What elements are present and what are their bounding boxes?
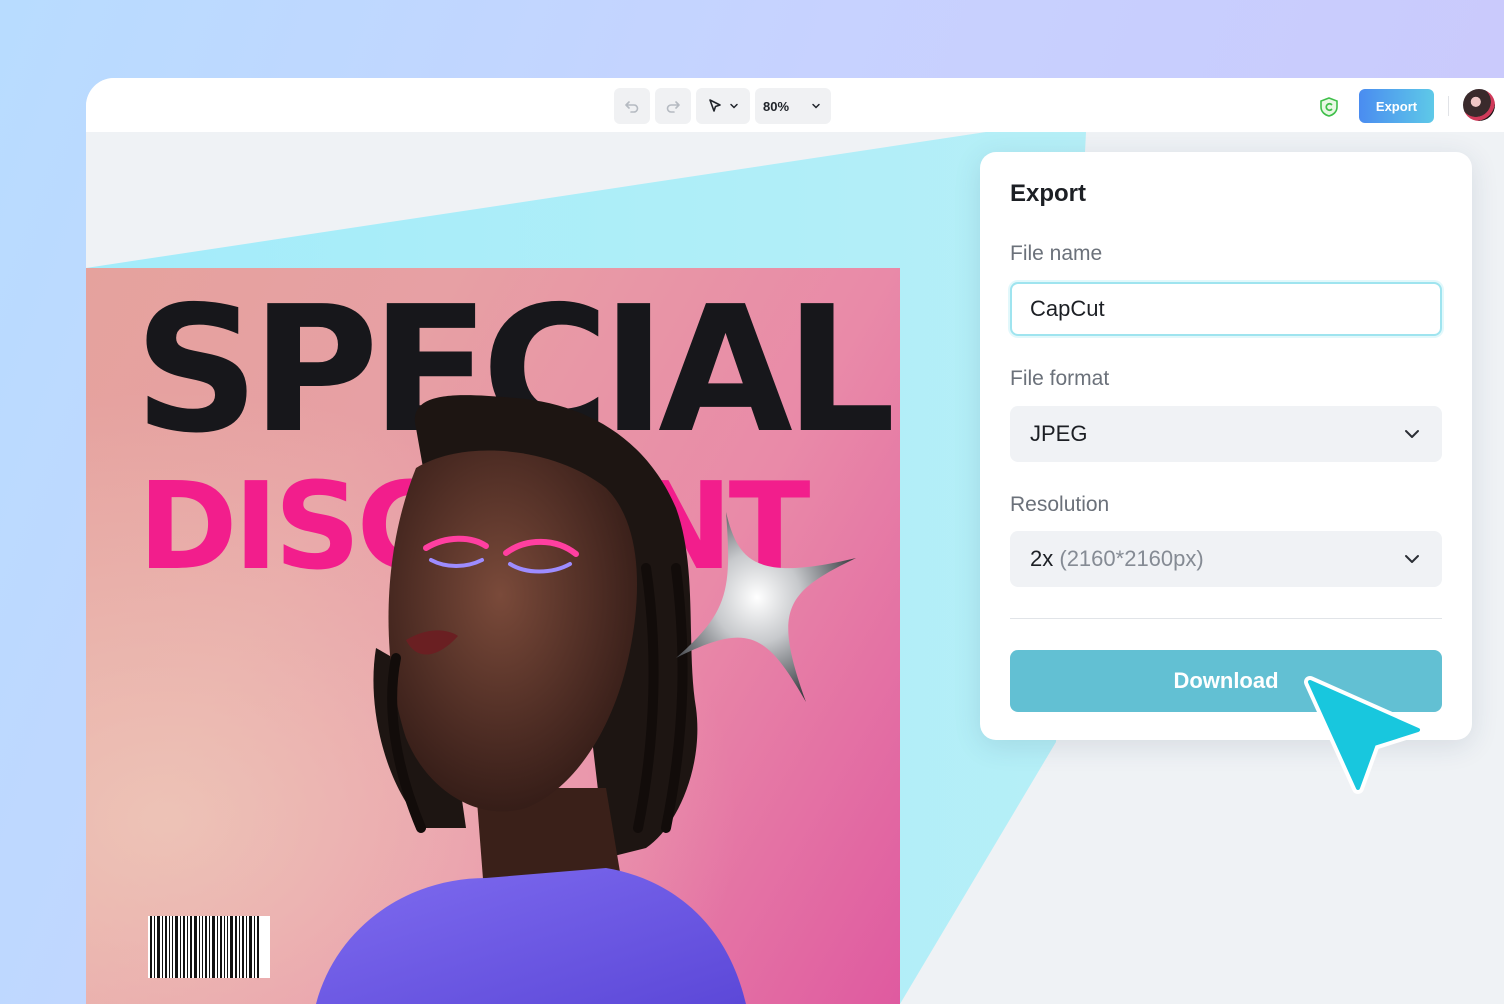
select-tool-button[interactable] — [696, 88, 750, 124]
chevron-down-icon — [730, 103, 738, 109]
file-format-label: File format — [1010, 367, 1110, 390]
redo-icon — [666, 101, 680, 113]
resolution-select[interactable]: 2x (2160*2160px) — [1010, 531, 1442, 587]
avatar[interactable] — [1463, 89, 1495, 121]
undo-button[interactable] — [614, 88, 650, 124]
resolution-value: 2x — [1030, 546, 1054, 571]
file-format-value: JPEG — [1030, 421, 1088, 446]
cursor-icon — [1304, 676, 1424, 794]
chevron-down-icon — [1405, 430, 1419, 438]
redo-button[interactable] — [655, 88, 691, 124]
export-panel: Export File name File format JPEG Resolu… — [980, 152, 1472, 740]
chevron-down-icon — [812, 103, 820, 109]
shield-icon[interactable] — [1318, 96, 1340, 118]
resolution-value-group: 2x (2160*2160px) — [1030, 546, 1204, 572]
file-name-label: File name — [1010, 242, 1103, 265]
top-toolbar: 80% Export — [86, 78, 1504, 132]
panel-title: Export — [1010, 180, 1087, 207]
panel-divider — [1010, 618, 1442, 619]
zoom-select[interactable]: 80% — [755, 88, 831, 124]
pointer-icon — [709, 99, 721, 112]
zoom-level: 80% — [763, 98, 790, 114]
design-canvas[interactable]: SPECIAL DISCOUNT — [86, 268, 900, 1004]
file-name-input[interactable] — [1010, 282, 1442, 336]
resolution-label: Resolution — [1010, 493, 1110, 516]
export-button[interactable]: Export — [1359, 89, 1434, 123]
undo-icon — [625, 101, 639, 113]
resolution-detail: (2160*2160px) — [1059, 546, 1204, 571]
barcode — [148, 916, 270, 978]
file-format-select[interactable]: JPEG — [1010, 406, 1442, 462]
chrome-star[interactable] — [676, 512, 876, 712]
chevron-down-icon — [1405, 555, 1419, 563]
toolbar-divider — [1448, 96, 1449, 116]
